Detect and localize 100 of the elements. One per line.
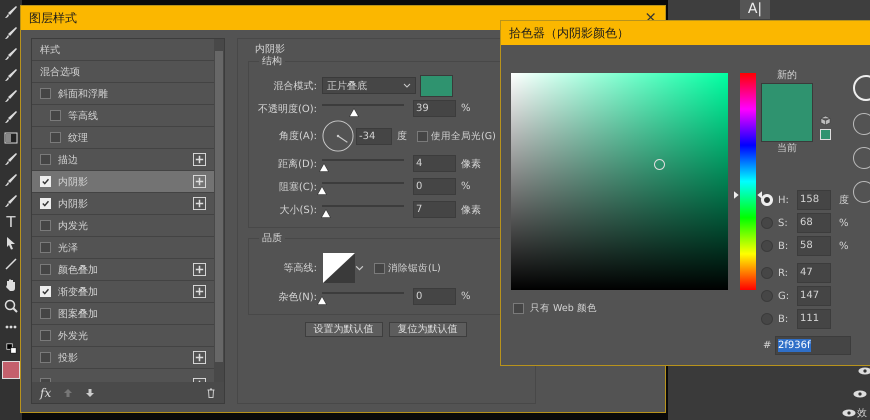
value-field[interactable]: 7 — [413, 201, 456, 218]
style-item[interactable]: 颜色叠加 — [32, 259, 214, 281]
add-icon[interactable] — [193, 197, 206, 210]
brush-tool-icon[interactable] — [4, 173, 18, 187]
current-color-swatch[interactable] — [762, 112, 812, 141]
checkbox[interactable] — [40, 352, 51, 363]
trash-icon[interactable] — [206, 388, 216, 398]
radio-button[interactable] — [761, 217, 773, 229]
value-field[interactable]: 47 — [797, 263, 831, 283]
style-item[interactable]: 光泽 — [32, 237, 214, 259]
style-item[interactable]: 样式 — [32, 39, 214, 61]
angle-dial[interactable] — [322, 120, 354, 152]
eye-icon[interactable] — [842, 409, 856, 417]
caret-icon — [355, 265, 364, 271]
brush-tool-icon[interactable] — [4, 89, 18, 103]
hue-slider[interactable] — [733, 73, 763, 290]
style-item[interactable]: 描边 — [32, 149, 214, 171]
style-item[interactable]: 混合选项 — [32, 61, 214, 83]
radio-button[interactable] — [761, 290, 773, 302]
default-button[interactable]: 复位为默认值 — [388, 322, 466, 337]
hand-tool-icon[interactable] — [4, 278, 18, 292]
gradient-tool-icon[interactable] — [4, 131, 18, 145]
value-field[interactable]: 39 — [413, 100, 456, 117]
eye-icon[interactable] — [858, 367, 870, 375]
dialog-button[interactable] — [853, 113, 870, 135]
checkbox[interactable] — [50, 132, 61, 143]
color-cursor[interactable] — [654, 159, 665, 170]
checkbox[interactable] — [40, 264, 51, 275]
brush-tool-icon[interactable] — [4, 194, 18, 208]
angle-field[interactable]: -34 — [356, 128, 392, 144]
add-icon[interactable] — [193, 263, 206, 276]
type-tool-button[interactable]: T — [6, 215, 16, 229]
value-field[interactable]: 147 — [797, 286, 831, 306]
checkbox[interactable] — [40, 330, 51, 341]
checkbox[interactable] — [513, 303, 524, 314]
color-swatch[interactable] — [420, 74, 453, 96]
add-icon[interactable] — [193, 285, 206, 298]
contour-picker[interactable] — [323, 253, 364, 283]
hue-slider-handle[interactable] — [734, 190, 762, 199]
style-item[interactable]: 内阴影 — [32, 193, 214, 215]
layer-label: 效 — [857, 407, 867, 420]
style-item[interactable]: 渐变叠加 — [32, 281, 214, 303]
dialog-button[interactable] — [853, 147, 870, 169]
web-color-swatch[interactable] — [820, 129, 831, 140]
style-item[interactable]: 外发光 — [32, 325, 214, 347]
default-button[interactable]: 设置为默认值 — [304, 322, 382, 337]
slider-thumb[interactable] — [319, 162, 330, 172]
dialog-button[interactable] — [853, 181, 870, 203]
fx-button[interactable]: fx — [40, 386, 52, 400]
slider-thumb[interactable] — [348, 108, 359, 116]
brush-tool-icon[interactable] — [4, 68, 18, 82]
add-icon[interactable] — [193, 175, 206, 188]
value-field[interactable]: 4 — [413, 155, 456, 172]
style-item[interactable]: 内阴影 — [32, 171, 214, 193]
style-item[interactable]: 图案叠加 — [32, 303, 214, 325]
swap-colors-icon[interactable] — [6, 343, 16, 354]
slider-thumb[interactable] — [321, 208, 332, 218]
slider-thumb[interactable] — [317, 296, 327, 304]
checkbox[interactable] — [40, 154, 51, 165]
checkbox[interactable] — [40, 308, 51, 319]
value-field[interactable]: 158 — [797, 190, 831, 210]
style-item[interactable]: 纹理 — [32, 127, 214, 149]
slider-thumb[interactable] — [317, 186, 327, 194]
checkbox[interactable] — [417, 130, 428, 142]
value-field[interactable]: 0 — [413, 288, 456, 305]
line-tool-icon[interactable] — [4, 257, 18, 271]
radio-button[interactable] — [761, 267, 773, 279]
brush-tool-icon[interactable] — [4, 152, 18, 166]
value-field[interactable]: 0 — [413, 178, 456, 195]
checkbox[interactable] — [374, 262, 385, 274]
add-icon[interactable] — [193, 153, 206, 166]
brush-tool-icon[interactable] — [4, 26, 18, 40]
value-field[interactable]: 111 — [797, 309, 831, 329]
cube-icon[interactable] — [820, 115, 831, 126]
style-item[interactable]: 内发光 — [32, 215, 214, 237]
checkbox[interactable] — [40, 220, 51, 231]
checkbox[interactable] — [50, 110, 61, 121]
hex-field[interactable]: 2f936f — [775, 336, 851, 355]
style-item[interactable]: 投影 — [32, 347, 214, 369]
zoom-tool-icon[interactable] — [4, 299, 18, 313]
style-item[interactable]: 等高线 — [32, 105, 214, 127]
checkbox[interactable] — [40, 242, 51, 253]
style-item[interactable]: 斜面和浮雕 — [32, 83, 214, 105]
eye-icon[interactable] — [853, 390, 867, 398]
unit-label: 像素 — [461, 204, 481, 216]
type-tool-button[interactable]: A| — [740, 0, 770, 19]
brush-tool-icon[interactable] — [4, 47, 18, 61]
blend-mode-dropdown[interactable]: 正片叠底 — [322, 77, 416, 94]
down-arrow-icon[interactable] — [85, 388, 96, 398]
checkbox[interactable] — [40, 88, 51, 99]
add-icon[interactable] — [193, 351, 206, 364]
value-field[interactable]: 68 — [797, 213, 831, 233]
color-field[interactable] — [511, 73, 728, 290]
field-label: 阻塞(C): — [278, 180, 317, 194]
radio-button[interactable] — [761, 240, 773, 252]
foreground-color-swatch[interactable] — [2, 361, 20, 379]
brush-tool-icon[interactable] — [4, 110, 18, 124]
value-field[interactable]: 58 — [797, 236, 831, 256]
brush-tool-icon[interactable] — [4, 5, 18, 19]
radio-button[interactable] — [761, 313, 773, 325]
